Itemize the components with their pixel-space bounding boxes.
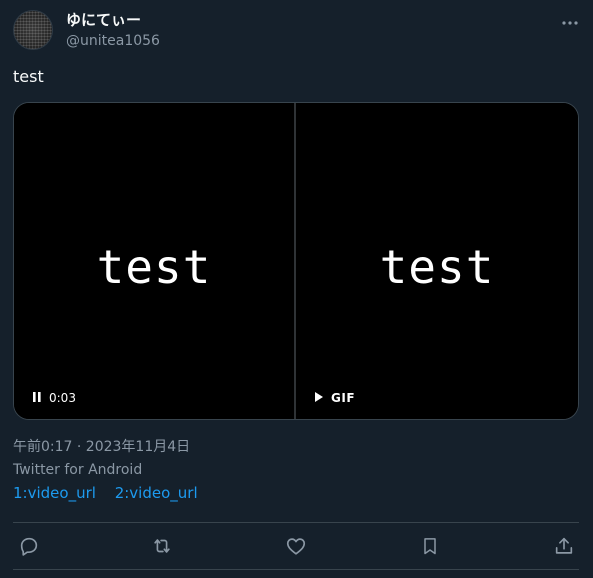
retweet-icon <box>150 535 174 557</box>
gif-controls[interactable]: GIF <box>314 389 355 407</box>
more-options-button[interactable] <box>556 10 584 30</box>
display-name[interactable]: ゆにてぃー <box>66 10 141 30</box>
video-duration: 0:03 <box>49 391 76 405</box>
video-frame-text: test <box>96 240 212 294</box>
action-bar <box>0 523 593 569</box>
retweet-button[interactable] <box>149 534 175 558</box>
video-tile[interactable]: test 0:03 <box>14 103 296 419</box>
bookmark-icon <box>420 535 440 557</box>
tweet-source: Twitter for Android <box>13 462 143 478</box>
tweet-text: test <box>13 67 44 86</box>
avatar[interactable] <box>13 10 53 50</box>
like-button[interactable] <box>283 534 309 558</box>
user-handle[interactable]: @unitea1056 <box>66 31 160 51</box>
reply-button[interactable] <box>16 534 42 558</box>
tweet-timestamp[interactable]: 午前0:17 · 2023年11月4日 <box>13 437 190 457</box>
gif-badge: GIF <box>331 391 356 405</box>
bookmark-button[interactable] <box>417 534 443 558</box>
video-url-link-1[interactable]: 1:video_url <box>13 484 96 502</box>
pause-icon[interactable] <box>32 391 42 406</box>
play-icon[interactable] <box>314 391 324 406</box>
heart-icon <box>285 535 307 557</box>
reply-icon <box>18 535 40 557</box>
video-url-link-2[interactable]: 2:video_url <box>115 484 198 502</box>
share-button[interactable] <box>551 534 577 558</box>
video-controls[interactable]: 0:03 <box>32 389 76 407</box>
divider <box>13 569 579 570</box>
tweet-card: ゆにてぃー @unitea1056 test test 0:03 test GI… <box>0 0 593 578</box>
video-links: 1:video_url 2:video_url <box>13 483 198 503</box>
share-icon <box>553 535 575 557</box>
media-container: test 0:03 test GIF <box>13 102 579 420</box>
gif-tile[interactable]: test GIF <box>296 103 578 419</box>
more-icon <box>561 11 579 30</box>
gif-frame-text: test <box>379 240 495 294</box>
